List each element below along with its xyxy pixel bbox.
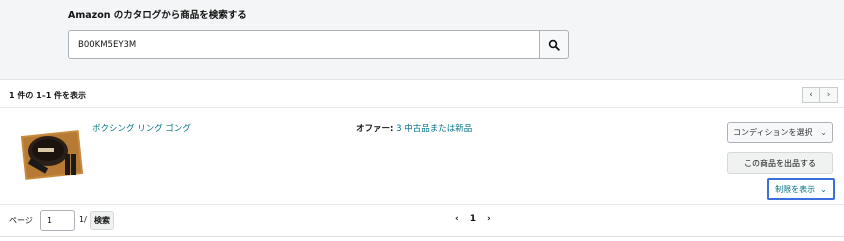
go-to-page-button[interactable]: 検索: [90, 211, 114, 230]
search-section: Amazon のカタログから商品を検索する: [0, 0, 844, 80]
results-panel: 1 件の 1–1 件を表示 ‹ › ボクシング リング ゴング オファー: 3 …: [0, 80, 844, 237]
page-total: 1/: [79, 215, 87, 224]
list-item-button[interactable]: この商品を出品する: [727, 152, 833, 174]
offers-label: オファー:: [356, 124, 394, 134]
page-input-wrapper[interactable]: [40, 210, 75, 231]
center-pager: ‹ 1 ›: [455, 214, 491, 224]
show-restrictions-label: 制限を表示: [775, 184, 816, 194]
product-row: ボクシング リング ゴング オファー: 3 中古品または新品 コンディションを選…: [0, 108, 844, 205]
current-page-number: 1: [469, 214, 476, 224]
condition-select[interactable]: コンディションを選択 ⌄: [727, 122, 833, 143]
results-pager: ‹ ›: [802, 87, 838, 103]
search-button[interactable]: [539, 30, 569, 59]
chevron-down-icon: ⌄: [820, 184, 827, 194]
prev-page-button[interactable]: ‹: [802, 87, 820, 103]
product-title-link[interactable]: ボクシング リング ゴング: [92, 122, 191, 134]
show-restrictions-button[interactable]: 制限を表示 ⌄: [767, 178, 835, 200]
chevron-right-icon[interactable]: ›: [487, 214, 491, 224]
search-input[interactable]: [69, 31, 539, 58]
offers: オファー: 3 中古品または新品: [356, 122, 472, 134]
page-label: ページ: [9, 216, 33, 225]
offers-link[interactable]: 3 中古品または新品: [396, 124, 472, 134]
chevron-left-icon[interactable]: ‹: [455, 214, 459, 224]
chevron-down-icon: ⌄: [820, 128, 827, 137]
chevron-right-icon: ›: [826, 89, 831, 100]
page-number-input[interactable]: [41, 211, 74, 230]
product-image[interactable]: [20, 127, 84, 181]
chevron-left-icon: ‹: [809, 89, 813, 100]
search-title: Amazon のカタログから商品を検索する: [68, 10, 247, 21]
pagination-footer: ページ 1/ 検索 ‹ 1 ›: [0, 205, 844, 237]
next-page-button[interactable]: ›: [820, 87, 838, 103]
condition-select-label: コンディションを選択: [733, 128, 813, 137]
search-icon: [548, 39, 560, 51]
search-input-wrapper[interactable]: [68, 30, 539, 59]
results-count: 1 件の 1–1 件を表示: [9, 91, 87, 100]
results-header: 1 件の 1–1 件を表示 ‹ ›: [0, 80, 844, 108]
